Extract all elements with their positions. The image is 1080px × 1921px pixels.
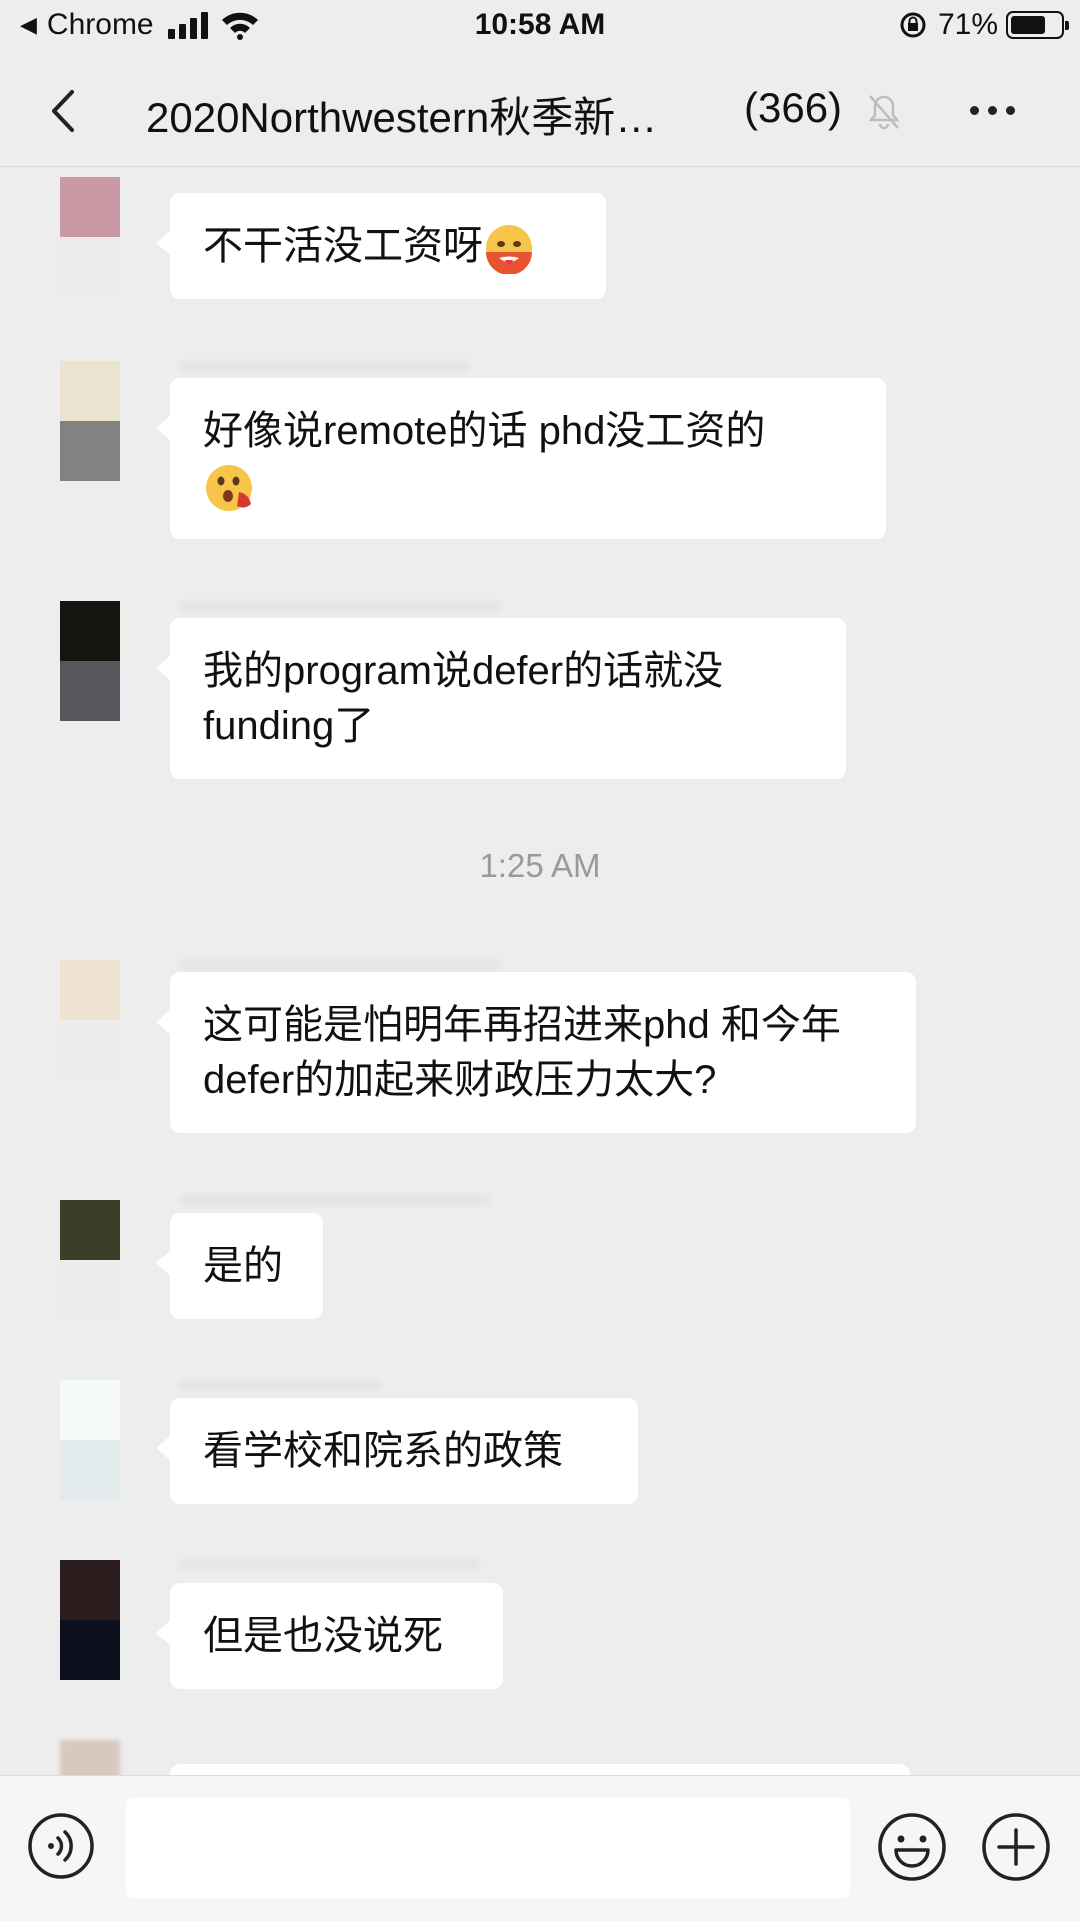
avatar[interactable] [60, 1200, 120, 1320]
avatar-bottom [60, 661, 120, 721]
avatar-bottom [60, 237, 120, 297]
status-right: 71% [898, 8, 1069, 42]
avatar[interactable] [60, 960, 120, 1080]
message-bubble[interactable]: 但是也没说死 [156, 1583, 503, 1689]
orientation-lock-icon [900, 12, 926, 38]
message-text: 不干活没工资呀 [203, 224, 483, 268]
avatar-bottom [60, 1260, 120, 1320]
chat-title: 2020Northwestern秋季新… [146, 94, 658, 141]
message-input[interactable] [126, 1798, 850, 1898]
message-text: 好像说remote的话 phd没工资的 [203, 409, 766, 453]
message-list: 不干活没工资呀 好像说remote的话 phd没工资的 我的program说de… [0, 167, 1080, 1775]
avatar-top [60, 1380, 120, 1440]
avatar-top [60, 601, 120, 661]
sender-name-blurred [180, 361, 470, 371]
avatar-top [60, 361, 120, 421]
sender-name-blurred [180, 1195, 490, 1205]
avatar[interactable] [60, 1380, 120, 1500]
more-options-icon[interactable] [970, 106, 1015, 115]
battery-icon [1006, 11, 1069, 39]
avatar-bottom [60, 1620, 120, 1680]
message-bubble[interactable]: 看学校和院系的政策 [156, 1398, 638, 1504]
avatar[interactable] [60, 177, 120, 297]
message-text: 我的program说defer的话就没funding了 [203, 649, 724, 748]
avatar-top [60, 177, 120, 237]
more-actions-plus-icon[interactable] [981, 1812, 1051, 1882]
avatar[interactable] [60, 361, 120, 481]
avatar[interactable] [60, 1560, 120, 1680]
message-text: 看学校和院系的政策 [203, 1429, 563, 1473]
avatar-partial [60, 1740, 120, 1775]
avatar-top [60, 1200, 120, 1260]
avatar-bottom [60, 1020, 120, 1080]
avatar-top [60, 1560, 120, 1620]
hot-face-emoji-icon [486, 225, 532, 275]
battery-fill [1011, 16, 1046, 34]
muted-bell-icon [868, 95, 900, 130]
time-separator-label: 1:25 AM [479, 847, 601, 884]
battery-percent: 71% [937, 8, 998, 41]
message-text: 但是也没说死 [203, 1614, 443, 1658]
sender-name-blurred [180, 960, 500, 970]
member-count: (366) [744, 84, 843, 131]
message-bubble[interactable]: 好像说remote的话 phd没工资的 [156, 378, 886, 539]
avatar-bottom [60, 1440, 120, 1500]
input-bar [0, 1775, 1080, 1921]
emoji-picker-icon[interactable] [877, 1812, 947, 1882]
message-bubble[interactable]: 是的 [156, 1213, 323, 1319]
avatar[interactable] [60, 601, 120, 721]
message-text: 这可能是怕明年再招进来phd 和今年defer的加起来财政压力太大? [203, 1003, 841, 1102]
avatar-top [60, 960, 120, 1020]
chat-header: 2020Northwestern秋季新… (366) [0, 56, 1080, 167]
time-separator: 1:25 AM [0, 847, 1080, 885]
message-bubble[interactable]: 我的program说defer的话就没funding了 [156, 618, 846, 779]
avatar-bottom [60, 421, 120, 481]
status-bar: ◀ Chrome 10:58 AM 71% [0, 0, 1080, 56]
message-bubble[interactable]: 这可能是怕明年再招进来phd 和今年defer的加起来财政压力太大? [156, 972, 916, 1133]
message-text: 是的 [203, 1244, 283, 1288]
back-arrow-icon[interactable] [46, 86, 86, 136]
sender-name-blurred [180, 601, 500, 611]
voice-input-icon[interactable] [27, 1812, 95, 1880]
sender-name-blurred [180, 1560, 480, 1570]
sender-name-blurred [180, 1380, 380, 1390]
message-bubble-partial [170, 1764, 910, 1775]
message-bubble[interactable]: 不干活没工资呀 [156, 193, 606, 299]
astonished-hand-emoji-icon [206, 465, 252, 512]
